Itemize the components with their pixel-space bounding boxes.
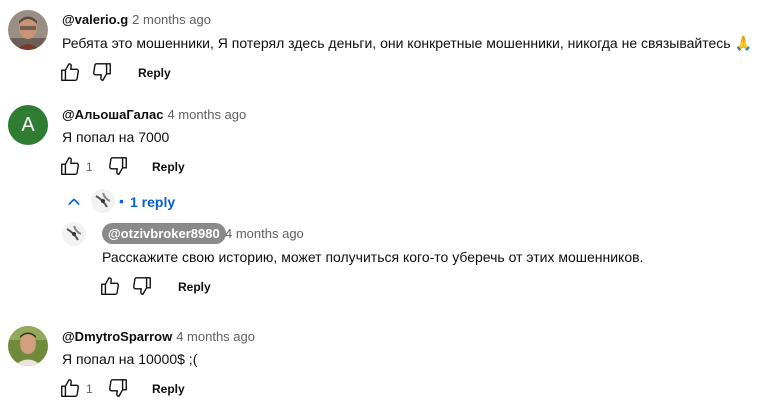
comment-time[interactable]: 4 months ago (167, 107, 246, 122)
like-count: 1 (86, 382, 93, 396)
avatar[interactable] (8, 326, 48, 366)
thumbs-down-icon (93, 63, 111, 81)
like-button[interactable] (58, 376, 82, 400)
thumbs-down-icon (109, 379, 127, 397)
reply-text: Расскажите свою историю, может получитьс… (102, 249, 644, 265)
comment-text: Я попал на 7000 (62, 129, 170, 145)
reply-author-badge[interactable]: @otzivbroker8980 (102, 223, 226, 244)
avatar[interactable] (62, 222, 86, 246)
reply-button[interactable]: Reply (138, 66, 171, 80)
thumbs-up-icon (101, 277, 119, 295)
like-count: 1 (86, 160, 93, 174)
comment-author[interactable]: @АльошаГалас 4 months ago (62, 107, 246, 122)
thumbs-down-icon (109, 157, 127, 175)
dislike-button[interactable] (106, 154, 130, 178)
comment-time[interactable]: 4 months ago (176, 329, 255, 344)
replies-toggle[interactable]: 1 reply (130, 194, 175, 210)
comment-time[interactable]: 4 months ago (225, 226, 304, 241)
avatar[interactable]: A (8, 105, 48, 145)
author-name[interactable]: @DmytroSparrow (62, 329, 172, 344)
author-name[interactable]: @valerio.g (62, 12, 128, 27)
reply-avatar-preview (91, 189, 115, 213)
dislike-button[interactable] (90, 60, 114, 84)
comment-text: Ребята это мошенники, Я потерял здесь де… (62, 35, 752, 51)
dislike-button[interactable] (130, 274, 154, 298)
reply-button[interactable]: Reply (178, 280, 211, 294)
like-button[interactable] (58, 154, 82, 178)
comment-text: Я попал на 10000$ ;( (62, 351, 198, 367)
reply-button[interactable]: Reply (152, 160, 185, 174)
like-button[interactable] (58, 60, 82, 84)
comments-section: @valerio.g 2 months ago Ребята это мошенн… (0, 0, 780, 403)
comment-author[interactable]: @DmytroSparrow 4 months ago (62, 329, 255, 344)
replies-collapse-button[interactable] (62, 190, 86, 214)
separator-dot: • (119, 193, 124, 209)
thumbs-up-icon (61, 63, 79, 81)
reply-button[interactable]: Reply (152, 382, 185, 396)
like-button[interactable] (98, 274, 122, 298)
author-name[interactable]: @АльошаГалас (62, 107, 163, 122)
thumbs-up-icon (61, 157, 79, 175)
thumbs-down-icon (133, 277, 151, 295)
comment-time[interactable]: 2 months ago (132, 12, 211, 27)
avatar[interactable] (8, 10, 48, 50)
chevron-up-icon (68, 198, 80, 205)
dislike-button[interactable] (106, 376, 130, 400)
thumbs-up-icon (61, 379, 79, 397)
comment-author[interactable]: @valerio.g 2 months ago (62, 12, 211, 27)
